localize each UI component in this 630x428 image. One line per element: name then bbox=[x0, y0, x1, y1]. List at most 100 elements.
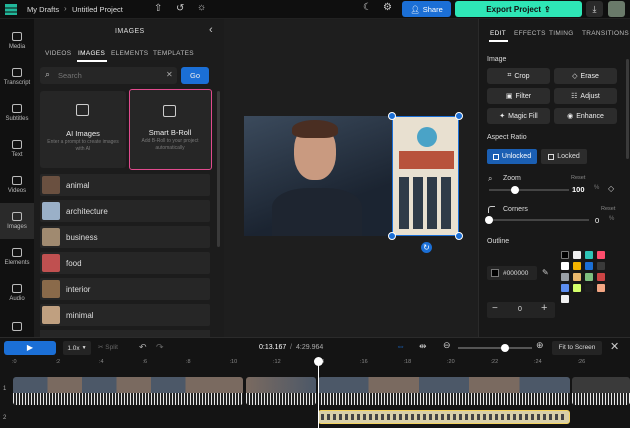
aspect-unlocked-button[interactable]: Unlocked bbox=[487, 149, 537, 164]
increment-button[interactable]: + bbox=[541, 302, 547, 314]
outline-color-field[interactable]: #000000 bbox=[487, 266, 537, 280]
zoom-out-icon[interactable]: ⊖ bbox=[443, 340, 451, 351]
selected-image-layer[interactable] bbox=[392, 116, 459, 236]
moon-icon[interactable]: ☾ bbox=[363, 2, 372, 13]
category-architecture[interactable]: architecture bbox=[40, 200, 210, 222]
tab-edit[interactable]: EDIT bbox=[490, 30, 506, 37]
nav-transcript[interactable]: Transcript bbox=[0, 59, 34, 95]
nav-subtitles[interactable]: Subtitles bbox=[0, 95, 34, 131]
split-button[interactable]: ✂ Split bbox=[98, 343, 118, 351]
color-swatch[interactable] bbox=[597, 251, 605, 259]
tab-images[interactable]: IMAGES bbox=[78, 50, 105, 57]
color-swatch[interactable] bbox=[597, 284, 605, 292]
nav-audio[interactable]: Audio bbox=[0, 275, 34, 311]
video-clip-3[interactable] bbox=[318, 377, 570, 405]
outline-width-stepper[interactable]: − 0 + bbox=[487, 302, 555, 318]
decrement-button[interactable]: − bbox=[492, 303, 498, 314]
nav-images[interactable]: Images bbox=[0, 203, 34, 239]
collapse-panel-icon[interactable]: ‹ bbox=[209, 24, 213, 36]
fit-to-screen-button[interactable]: Fit to Screen bbox=[552, 341, 602, 355]
history-icon[interactable]: ↺ bbox=[176, 3, 184, 14]
tab-effects[interactable]: EFFECTS bbox=[514, 30, 546, 37]
color-swatch[interactable] bbox=[561, 284, 569, 292]
corners-slider-knob[interactable] bbox=[485, 216, 493, 224]
redo-icon[interactable]: ↷ bbox=[156, 342, 164, 353]
corners-value[interactable]: 0 bbox=[595, 216, 599, 225]
zoom-value[interactable]: 100 bbox=[572, 185, 585, 194]
crop-button[interactable]: ⌗ Crop bbox=[487, 68, 550, 84]
category-minimal[interactable]: minimal bbox=[40, 304, 210, 326]
erase-button[interactable]: ◇ Erase bbox=[554, 68, 617, 84]
category-animal[interactable]: animal bbox=[40, 174, 210, 196]
rotate-handle-icon[interactable]: ↻ bbox=[421, 242, 432, 253]
color-swatch[interactable] bbox=[561, 273, 569, 281]
video-clip-1[interactable] bbox=[13, 377, 243, 405]
enhance-button[interactable]: ◉ Enhance bbox=[554, 108, 617, 124]
color-swatch[interactable] bbox=[597, 262, 605, 270]
gear-icon[interactable]: ⚙ bbox=[383, 2, 392, 13]
tab-elements[interactable]: ELEMENTS bbox=[111, 50, 148, 57]
card-smart-b-roll[interactable]: Smart B-Roll Add B-Roll to your project … bbox=[129, 89, 212, 170]
color-swatch[interactable] bbox=[561, 295, 569, 303]
download-button[interactable]: ⤓ bbox=[586, 1, 603, 17]
share-button[interactable]: 👤︎ Share bbox=[402, 1, 451, 17]
resize-handle-bl[interactable] bbox=[388, 232, 396, 240]
search-box[interactable]: ⌕ ✕ bbox=[40, 67, 177, 84]
nav-text[interactable]: Text bbox=[0, 131, 34, 167]
color-swatch[interactable] bbox=[573, 284, 581, 292]
project-name[interactable]: Untitled Project bbox=[72, 5, 123, 14]
color-swatch[interactable] bbox=[573, 273, 581, 281]
color-swatch[interactable] bbox=[561, 251, 569, 259]
playhead[interactable] bbox=[318, 358, 319, 428]
color-swatch[interactable] bbox=[597, 273, 605, 281]
snap-icon[interactable]: ⇔ bbox=[396, 341, 405, 351]
resize-handle-tl[interactable] bbox=[388, 112, 396, 120]
go-button[interactable]: Go bbox=[181, 67, 209, 84]
color-swatch[interactable] bbox=[585, 251, 593, 259]
export-button[interactable]: Export Project ⇪ bbox=[455, 1, 582, 17]
avatar[interactable] bbox=[608, 1, 625, 17]
nav-videos[interactable]: Videos bbox=[0, 167, 34, 203]
fit-width-icon[interactable]: ⇹ bbox=[419, 341, 427, 352]
magic-fill-button[interactable]: ✦ Magic Fill bbox=[487, 108, 550, 124]
timeline-zoom-slider[interactable] bbox=[458, 344, 532, 352]
video-clip-2[interactable] bbox=[246, 377, 316, 405]
category-interior[interactable]: interior bbox=[40, 278, 210, 300]
properties-scrollbar[interactable] bbox=[626, 59, 629, 159]
tab-transitions[interactable]: TRANSITIONS bbox=[582, 30, 629, 37]
filter-button[interactable]: ▣ Filter bbox=[487, 88, 550, 104]
color-swatch[interactable] bbox=[585, 273, 593, 281]
clear-search-icon[interactable]: ✕ bbox=[166, 70, 173, 79]
resize-handle-tr[interactable] bbox=[455, 112, 463, 120]
image-clip-track-2[interactable] bbox=[318, 410, 570, 424]
upload-icon[interactable]: ⇧ bbox=[154, 3, 162, 14]
video-preview[interactable] bbox=[244, 116, 392, 236]
card-ai-images[interactable]: AI Images Enter a prompt to create image… bbox=[40, 91, 126, 168]
nav-elements[interactable]: Elements bbox=[0, 239, 34, 275]
aspect-locked-button[interactable]: Locked bbox=[541, 149, 587, 164]
corners-reset-label[interactable]: Reset bbox=[601, 206, 615, 212]
video-clip-4[interactable] bbox=[572, 377, 630, 405]
category-business[interactable]: business bbox=[40, 226, 210, 248]
zoom-slider-knob[interactable] bbox=[510, 186, 519, 194]
undo-icon[interactable]: ↶ bbox=[139, 342, 147, 353]
breadcrumb-root[interactable]: My Drafts bbox=[27, 5, 59, 14]
adjust-button[interactable]: ☷ Adjust bbox=[554, 88, 617, 104]
tab-templates[interactable]: TEMPLATES bbox=[153, 50, 194, 57]
more-layers-icon[interactable] bbox=[12, 322, 22, 331]
color-swatch[interactable] bbox=[573, 262, 581, 270]
color-swatch[interactable] bbox=[573, 251, 581, 259]
outline-width-value[interactable]: 0 bbox=[518, 306, 522, 313]
zoom-in-icon[interactable]: ⊕ bbox=[536, 340, 544, 351]
resize-handle-br[interactable] bbox=[455, 232, 463, 240]
category-partial[interactable] bbox=[40, 330, 210, 337]
lightbulb-icon[interactable]: ☼ bbox=[197, 2, 206, 13]
tab-videos[interactable]: VIDEOS bbox=[45, 50, 71, 57]
search-input[interactable] bbox=[58, 69, 158, 82]
logo-icon[interactable] bbox=[5, 4, 17, 15]
speed-select[interactable]: 1.0x ▼ bbox=[63, 341, 91, 355]
category-food[interactable]: food bbox=[40, 252, 210, 274]
eyedropper-icon[interactable]: ✎ bbox=[542, 268, 549, 277]
color-swatch[interactable] bbox=[561, 262, 569, 270]
corners-slider[interactable] bbox=[485, 216, 589, 224]
